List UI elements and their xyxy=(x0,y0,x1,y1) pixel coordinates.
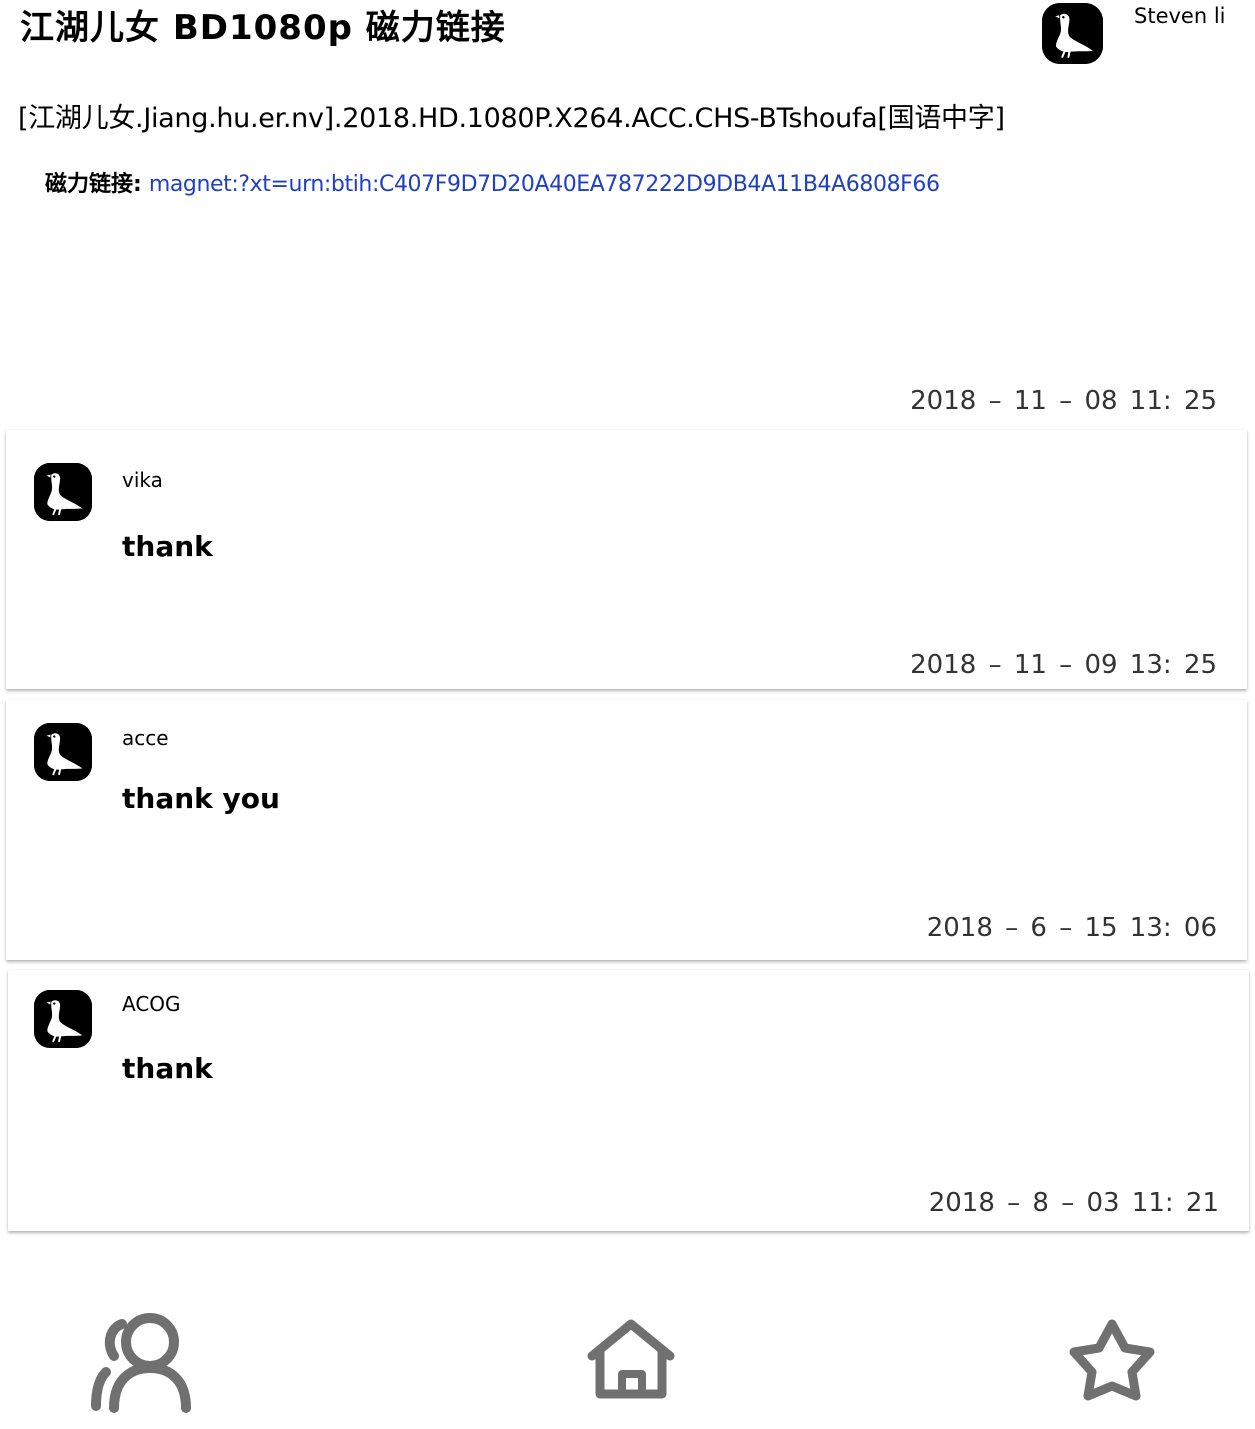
comment-card: ACOG thank 2018 – 8 – 03 11: 21 xyxy=(8,970,1249,1231)
nav-favorites-button[interactable] xyxy=(1068,1318,1156,1402)
star-icon xyxy=(1069,1319,1155,1401)
comment-text: thank you xyxy=(122,782,280,815)
nav-home-button[interactable] xyxy=(586,1318,676,1402)
home-icon xyxy=(587,1319,675,1399)
comment-card: vika thank 2018 – 11 – 09 13: 25 xyxy=(6,430,1247,689)
comment-card: acce thank you 2018 – 6 – 15 13: 06 xyxy=(6,700,1247,960)
pigeon-icon xyxy=(34,463,92,521)
file-name: [江湖儿女.Jiang.hu.er.nv].2018.HD.1080P.X264… xyxy=(18,103,1005,134)
pigeon-icon xyxy=(1042,3,1103,64)
author-name[interactable]: Steven li xyxy=(1134,4,1226,28)
comment-username[interactable]: vika xyxy=(122,468,163,492)
bottom-nav xyxy=(0,1290,1255,1429)
commenter-avatar[interactable] xyxy=(34,990,92,1048)
users-icon xyxy=(91,1313,191,1413)
comment-text: thank xyxy=(122,530,213,563)
magnet-label: 磁力链接: xyxy=(45,172,142,197)
page-title: 江湖儿女 BD1080p 磁力链接 xyxy=(20,8,506,48)
comment-username[interactable]: ACOG xyxy=(122,992,181,1016)
nav-users-button[interactable] xyxy=(88,1310,208,1414)
comment-text: thank xyxy=(122,1052,213,1085)
comment-date: 2018 – 8 – 03 11: 21 xyxy=(928,1188,1219,1218)
commenter-avatar[interactable] xyxy=(34,723,92,781)
post-date: 2018 – 11 – 08 11: 25 xyxy=(910,386,1217,416)
commenter-avatar[interactable] xyxy=(34,463,92,521)
comment-date: 2018 – 6 – 15 13: 06 xyxy=(926,913,1217,943)
comment-date: 2018 – 11 – 09 13: 25 xyxy=(910,650,1217,680)
comment-username[interactable]: acce xyxy=(122,726,169,750)
magnet-row: 磁力链接: magnet:?xt=urn:btih:C407F9D7D20A40… xyxy=(45,166,940,198)
magnet-link[interactable]: magnet:?xt=urn:btih:C407F9D7D20A40EA7872… xyxy=(149,172,940,197)
pigeon-icon xyxy=(34,990,92,1048)
author-avatar[interactable] xyxy=(1042,3,1103,64)
pigeon-icon xyxy=(34,723,92,781)
